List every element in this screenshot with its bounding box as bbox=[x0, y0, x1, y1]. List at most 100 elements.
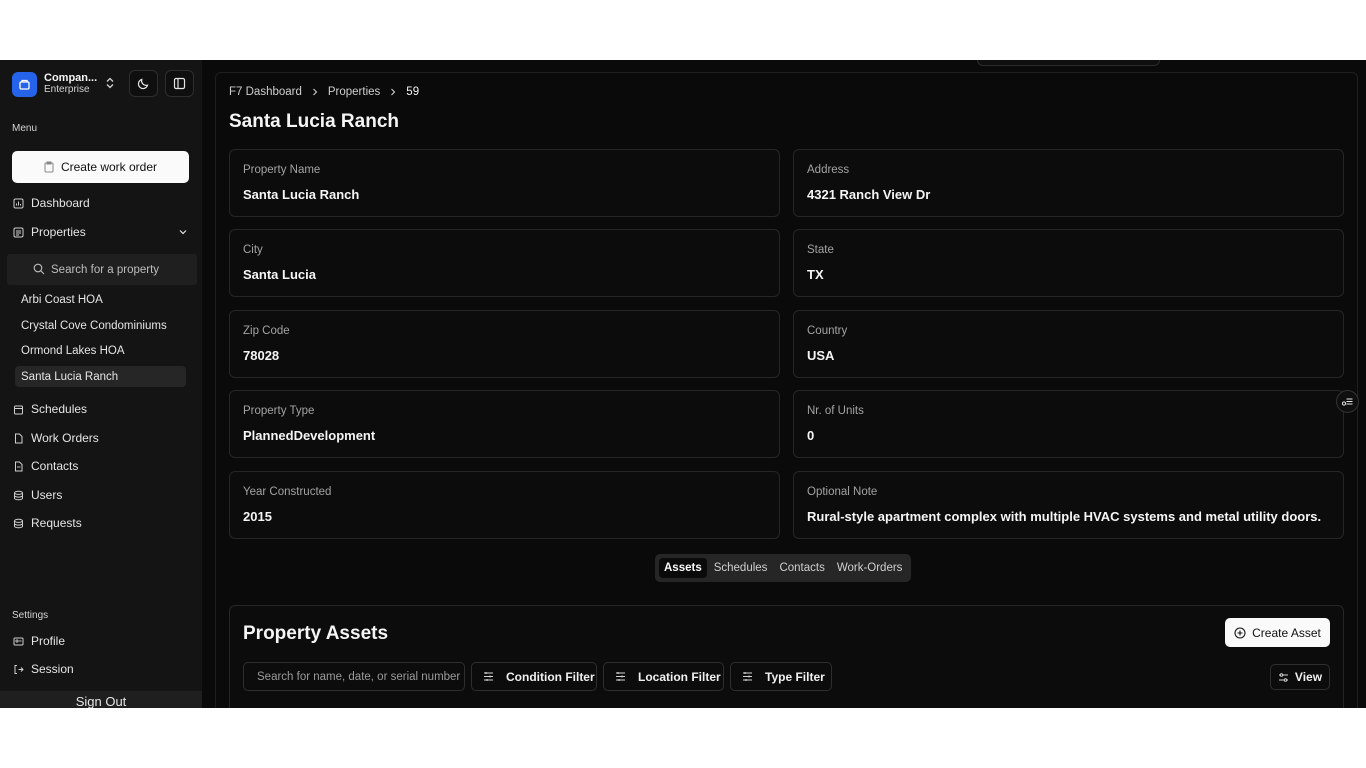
field-card-property-type: Property Type PlannedDevelopment bbox=[229, 390, 780, 458]
field-card-units: Nr. of Units 0 bbox=[793, 390, 1344, 458]
breadcrumb-section[interactable]: Properties bbox=[328, 86, 380, 98]
property-list-item[interactable]: Ormond Lakes HOA bbox=[15, 340, 186, 361]
chevron-right-icon bbox=[312, 88, 318, 96]
moon-icon bbox=[137, 78, 149, 90]
sidebar-item-users[interactable]: Users bbox=[12, 485, 192, 505]
theme-toggle-button[interactable] bbox=[129, 70, 158, 97]
sidebar-item-contacts[interactable]: Contacts bbox=[12, 456, 192, 476]
sidebar-item-label: Session bbox=[31, 662, 74, 676]
chevron-down-icon[interactable] bbox=[178, 226, 188, 240]
org-logo-icon bbox=[12, 71, 37, 97]
breadcrumb-root[interactable]: F7 Dashboard bbox=[229, 86, 302, 98]
sidebar-item-session[interactable]: Session bbox=[12, 659, 192, 679]
field-label: Country bbox=[807, 325, 848, 337]
database-icon bbox=[12, 489, 24, 501]
chevron-right-icon bbox=[391, 88, 396, 96]
sidebar-item-label: Dashboard bbox=[31, 196, 90, 210]
org-plan: Enterprise bbox=[44, 84, 90, 95]
assets-title: Property Assets bbox=[243, 623, 389, 644]
sidebar-item-label: Schedules bbox=[31, 402, 88, 416]
field-label: Address bbox=[807, 164, 850, 176]
id-card-icon bbox=[12, 635, 24, 647]
sidebar: Compan... Enterprise Menu Create work or… bbox=[0, 60, 202, 708]
property-assets-panel: Property Assets Create Asset Search for … bbox=[229, 605, 1344, 708]
condition-filter-button[interactable]: Condition Filter bbox=[471, 662, 597, 691]
tab-contacts[interactable]: Contacts bbox=[774, 558, 829, 578]
filter-lines-icon bbox=[743, 672, 752, 681]
settings-section-label: Settings bbox=[12, 610, 49, 621]
panel-left-icon bbox=[173, 77, 186, 90]
sidebar-item-profile[interactable]: Profile bbox=[12, 631, 192, 651]
field-label: Zip Code bbox=[243, 325, 290, 337]
field-label: Nr. of Units bbox=[807, 405, 864, 417]
field-value: 78028 bbox=[243, 348, 280, 363]
file-icon bbox=[12, 432, 24, 444]
field-card-state: State TX bbox=[793, 229, 1344, 297]
sidebar-item-properties[interactable]: Properties bbox=[12, 222, 192, 242]
field-card-country: Country USA bbox=[793, 310, 1344, 378]
breadcrumb: F7 Dashboard Properties 59 bbox=[229, 86, 419, 98]
app-window: Compan... Enterprise Menu Create work or… bbox=[0, 60, 1366, 708]
property-list-item[interactable]: Crystal Cove Condominiums bbox=[15, 315, 186, 336]
asset-search-input[interactable]: Search for name, date, or serial number bbox=[243, 662, 465, 691]
building-icon bbox=[12, 226, 24, 238]
sidebar-item-label: Work Orders bbox=[31, 431, 99, 445]
location-filter-label: Location Filter bbox=[638, 669, 721, 684]
tab-schedules[interactable]: Schedules bbox=[709, 558, 773, 578]
field-value: 4321 Ranch View Dr bbox=[807, 187, 931, 202]
filter-lines-icon bbox=[484, 672, 493, 681]
page-title: Santa Lucia Ranch bbox=[229, 111, 399, 132]
sidebar-item-dashboard[interactable]: Dashboard bbox=[12, 193, 192, 213]
database-icon bbox=[12, 517, 24, 529]
log-out-icon bbox=[12, 663, 24, 675]
sign-out-button[interactable]: Sign Out bbox=[0, 691, 202, 708]
clipboard-icon bbox=[44, 161, 54, 173]
sidebar-item-schedules[interactable]: Schedules bbox=[12, 399, 192, 419]
property-search-input[interactable]: Search for a property bbox=[7, 254, 197, 285]
property-list-item-active[interactable]: Santa Lucia Ranch bbox=[15, 366, 186, 387]
sidebar-item-label: Properties bbox=[31, 225, 86, 239]
main-panel: F7 Dashboard Properties 59 Santa Lucia R… bbox=[215, 72, 1358, 708]
field-label: Year Constructed bbox=[243, 486, 332, 498]
property-search-placeholder: Search for a property bbox=[51, 263, 160, 276]
view-options-button[interactable]: View bbox=[1270, 664, 1330, 690]
sidebar-item-work-orders[interactable]: Work Orders bbox=[12, 428, 192, 448]
field-value: PlannedDevelopment bbox=[243, 428, 376, 443]
search-icon bbox=[33, 263, 45, 278]
calendar-icon bbox=[12, 403, 24, 415]
view-label: View bbox=[1294, 670, 1323, 684]
settings-toggle-icon bbox=[1341, 398, 1353, 406]
field-value: Santa Lucia bbox=[243, 267, 316, 282]
floating-settings-button[interactable] bbox=[1336, 390, 1359, 413]
top-panel-edge bbox=[977, 60, 1160, 66]
breadcrumb-current: 59 bbox=[406, 86, 420, 98]
condition-filter-label: Condition Filter bbox=[506, 669, 595, 684]
chevrons-up-down-icon[interactable] bbox=[102, 75, 118, 91]
create-asset-button[interactable]: Create Asset bbox=[1225, 618, 1330, 647]
field-label: Property Name bbox=[243, 164, 321, 176]
create-work-order-label: Create work order bbox=[60, 160, 158, 174]
field-value: 0 bbox=[807, 428, 815, 443]
org-switcher[interactable]: Compan... Enterprise bbox=[12, 71, 97, 97]
menu-section-label: Menu bbox=[12, 123, 38, 134]
tab-work-orders[interactable]: Work-Orders bbox=[832, 558, 908, 578]
field-card-city: City Santa Lucia bbox=[229, 229, 780, 297]
create-work-order-button[interactable]: Create work order bbox=[12, 151, 189, 183]
field-value: TX bbox=[807, 267, 824, 282]
type-filter-button[interactable]: Type Filter bbox=[730, 662, 832, 691]
field-value: Rural-style apartment complex with multi… bbox=[807, 509, 1322, 524]
tab-assets[interactable]: Assets bbox=[659, 558, 707, 578]
sliders-icon bbox=[1278, 672, 1288, 682]
location-filter-button[interactable]: Location Filter bbox=[603, 662, 724, 691]
sidebar-item-requests[interactable]: Requests bbox=[12, 513, 192, 533]
sidebar-toggle-button[interactable] bbox=[165, 70, 194, 97]
property-list-item[interactable]: Arbi Coast HOA bbox=[15, 289, 186, 310]
field-card-zip: Zip Code 78028 bbox=[229, 310, 780, 378]
field-card-address: Address 4321 Ranch View Dr bbox=[793, 149, 1344, 217]
field-card-property-name: Property Name Santa Lucia Ranch bbox=[229, 149, 780, 217]
field-card-note: Optional Note Rural-style apartment comp… bbox=[793, 471, 1344, 539]
org-name: Compan... bbox=[44, 72, 98, 84]
dashboard-icon bbox=[12, 197, 24, 209]
filter-lines-icon bbox=[616, 672, 625, 681]
field-label: Property Type bbox=[243, 405, 315, 417]
